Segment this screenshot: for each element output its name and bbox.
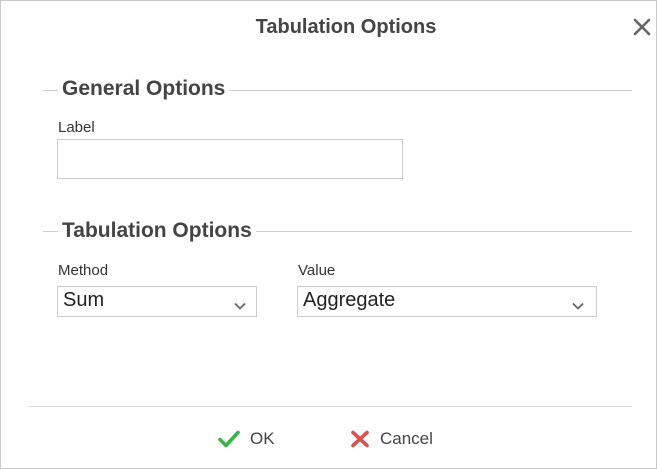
footer-divider bbox=[29, 406, 632, 407]
cancel-button-label: Cancel bbox=[380, 429, 433, 448]
tabulation-options-heading: Tabulation Options bbox=[58, 218, 256, 244]
ok-button-label: OK bbox=[250, 429, 275, 448]
method-select[interactable]: Sum bbox=[57, 286, 257, 317]
chevron-down-icon bbox=[234, 297, 246, 310]
method-selected-value: Sum bbox=[63, 289, 105, 311]
ok-button[interactable]: OK bbox=[218, 425, 275, 453]
value-selected-value: Aggregate bbox=[303, 289, 396, 311]
label-field-label: Label bbox=[58, 119, 95, 136]
method-label: Method bbox=[58, 262, 109, 279]
checkmark-icon bbox=[218, 430, 240, 448]
value-label: Value bbox=[298, 262, 336, 279]
general-options-heading: General Options bbox=[58, 76, 230, 102]
close-icon[interactable] bbox=[632, 14, 652, 38]
x-icon bbox=[350, 430, 370, 448]
cancel-button[interactable]: Cancel bbox=[350, 425, 433, 453]
chevron-down-icon bbox=[572, 297, 584, 310]
dialog-title: Tabulation Options bbox=[255, 16, 437, 38]
label-input[interactable] bbox=[57, 139, 403, 179]
value-select[interactable]: Aggregate bbox=[297, 286, 597, 317]
tabulation-options-dialog: Tabulation Options General Options Label… bbox=[0, 0, 657, 469]
